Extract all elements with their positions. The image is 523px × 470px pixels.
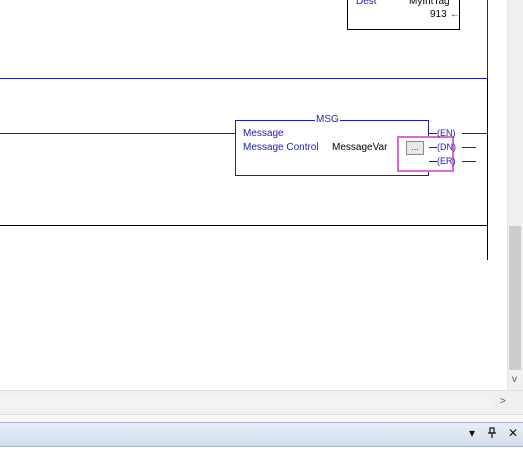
panel-dropdown-icon[interactable]: ▾ (465, 425, 479, 441)
coil-en: (EN) (437, 128, 456, 138)
coil-wire-dn (429, 147, 437, 148)
docked-panel-body (0, 447, 523, 470)
pin-icon (488, 427, 496, 438)
panel-close-icon[interactable]: ✕ (506, 425, 520, 441)
coil-wire-en (429, 133, 437, 134)
coil-dn-label: DN (440, 142, 453, 152)
right-power-rail (487, 0, 488, 79)
browse-ellipsis-button[interactable]: ... (406, 141, 424, 155)
end-rung-line (0, 225, 488, 226)
scroll-right-arrow-icon[interactable]: > (500, 396, 506, 408)
panel-splitter[interactable] (0, 414, 523, 422)
scroll-down-arrow-icon[interactable]: v (512, 374, 517, 386)
msg-control-value[interactable]: MessageVar (332, 142, 387, 154)
panel-pin-icon[interactable] (485, 425, 499, 443)
dest-label: Dest (356, 0, 377, 7)
coil-wire-dn-out (462, 147, 476, 148)
msg-control-label: Message Control (243, 142, 319, 153)
coil-wire-er-out (462, 161, 476, 162)
ladder-editor[interactable]: Dest MyIntTag 913 ← MSG Message Message … (0, 0, 507, 390)
rung-wire (0, 133, 235, 134)
coil-wire-er (429, 161, 437, 162)
top-box-bottom-edge (347, 29, 460, 30)
dest-value[interactable]: 913 (430, 9, 447, 21)
value-arrow-icon: ← (450, 9, 460, 20)
coil-er: (ER) (437, 156, 456, 166)
docked-panel-header (0, 422, 523, 447)
horizontal-scrollbar-track[interactable] (0, 396, 490, 408)
vertical-scrollbar-thumb[interactable] (509, 226, 521, 370)
msg-name-label: Message (243, 128, 284, 139)
coil-dn: (DN) (437, 142, 456, 152)
coil-en-label: EN (440, 128, 453, 138)
right-power-rail-lower (487, 79, 488, 260)
rung-divider (0, 78, 488, 79)
coil-er-label: ER (440, 156, 453, 166)
coil-wire-en-out (462, 133, 488, 134)
msg-title: MSG (315, 114, 340, 126)
dest-tag[interactable]: MyIntTag (409, 0, 450, 8)
top-box-left-edge (347, 0, 348, 30)
